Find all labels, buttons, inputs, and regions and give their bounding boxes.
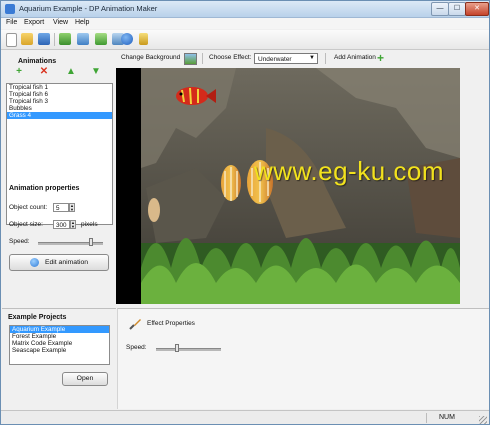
- maximize-button[interactable]: ☐: [448, 2, 466, 16]
- edit-animation-label: Edit animation: [44, 259, 89, 266]
- list-item[interactable]: Tropical fish 3: [7, 98, 112, 105]
- chevron-down-icon: ▼: [309, 55, 315, 61]
- status-bar: NUM: [1, 410, 489, 424]
- effect-properties-panel: Effect Properties Speed:: [117, 308, 489, 409]
- object-size-unit: pixels: [81, 221, 98, 228]
- move-down-icon[interactable]: ▼: [91, 67, 101, 77]
- list-item[interactable]: Matrix Code Example: [10, 340, 109, 347]
- change-background-label[interactable]: Change Background: [121, 54, 180, 61]
- toolbar: [1, 30, 489, 50]
- watermark-text: www.eg-ku.com: [254, 156, 444, 186]
- example-projects-title: Example Projects: [8, 314, 67, 321]
- num-lock-indicator: NUM: [439, 414, 455, 421]
- list-item[interactable]: Seascape Example: [10, 347, 109, 354]
- object-count-label: Object count:: [9, 204, 48, 211]
- effect-select[interactable]: Underwater ▼: [254, 53, 318, 64]
- app-icon: [5, 4, 15, 14]
- effect-select-value: Underwater: [258, 56, 292, 63]
- app-window: Aquarium Example - DP Animation Maker — …: [0, 0, 490, 425]
- add-animation-icon[interactable]: +: [14, 67, 24, 77]
- add-animation-label[interactable]: Add Animation: [334, 54, 376, 61]
- open-folder-icon[interactable]: [21, 33, 33, 45]
- list-item[interactable]: Aquarium Example: [10, 326, 109, 333]
- export-video-icon[interactable]: [77, 33, 89, 45]
- close-button[interactable]: ✕: [465, 2, 489, 16]
- toolbar-separator: [202, 53, 203, 64]
- list-item[interactable]: Grass 4: [7, 112, 112, 119]
- effect-speed-thumb[interactable]: [174, 344, 179, 352]
- object-size-label: Object size:: [9, 221, 43, 228]
- minimize-button[interactable]: —: [431, 2, 449, 16]
- key-icon[interactable]: [139, 33, 148, 45]
- status-separator: [426, 413, 427, 423]
- menu-view[interactable]: View: [53, 19, 68, 26]
- animation-speed-thumb[interactable]: [89, 238, 94, 246]
- info-icon[interactable]: [121, 33, 133, 45]
- effect-toolbar: Change Background Choose Effect: Underwa…: [114, 51, 489, 66]
- list-item[interactable]: Forest Example: [10, 333, 109, 340]
- change-background-icon[interactable]: [184, 53, 197, 65]
- tropical-fish-orange: [221, 165, 241, 201]
- resize-grip-icon[interactable]: [479, 416, 487, 424]
- tropical-fish-small: [148, 198, 160, 222]
- menu-bar: File Export View Help: [1, 18, 489, 29]
- toolbar-separator: [325, 53, 326, 64]
- object-count-stepper[interactable]: ▲ ▼: [69, 203, 75, 212]
- list-item[interactable]: Tropical fish 6: [7, 91, 112, 98]
- example-projects-panel: Example Projects Aquarium Example Forest…: [2, 308, 116, 409]
- example-projects-list[interactable]: Aquarium Example Forest Example Matrix C…: [9, 325, 110, 365]
- menu-export[interactable]: Export: [24, 19, 44, 26]
- object-size-input[interactable]: 300: [53, 220, 70, 229]
- move-up-icon[interactable]: ▲: [66, 67, 76, 77]
- animations-title: Animations: [18, 58, 57, 65]
- title-bar[interactable]: Aquarium Example - DP Animation Maker — …: [1, 1, 489, 18]
- save-icon[interactable]: [38, 33, 50, 45]
- window-title: Aquarium Example - DP Animation Maker: [19, 4, 158, 13]
- export-image-icon[interactable]: [59, 33, 71, 45]
- open-button[interactable]: Open: [62, 372, 108, 386]
- paintbrush-icon: [128, 317, 142, 331]
- toolbar-separator: [54, 33, 55, 46]
- new-document-icon[interactable]: [6, 33, 17, 47]
- object-count-input[interactable]: 5: [53, 203, 69, 212]
- delete-animation-icon[interactable]: ✕: [39, 67, 49, 77]
- animation-preview[interactable]: www.eg-ku.com: [116, 68, 460, 304]
- list-item[interactable]: Bubbles: [7, 105, 112, 112]
- menu-help[interactable]: Help: [75, 19, 89, 26]
- animation-properties-title: Animation properties: [9, 185, 80, 192]
- effect-properties-title: Effect Properties: [147, 320, 195, 327]
- edit-animation-icon: [29, 257, 39, 267]
- list-item[interactable]: Tropical fish 1: [7, 84, 112, 91]
- choose-effect-label: Choose Effect:: [209, 54, 252, 61]
- add-animation-plus-icon[interactable]: +: [377, 51, 384, 65]
- effect-speed-label: Speed:: [126, 344, 147, 351]
- edit-animation-button[interactable]: Edit animation: [9, 254, 109, 271]
- left-panel: Animations + ✕ ▲ ▼ Tropical fish 1 Tropi…: [2, 51, 113, 306]
- export-html-icon[interactable]: [95, 33, 107, 45]
- menu-file[interactable]: File: [6, 19, 17, 26]
- effect-speed-slider[interactable]: [156, 348, 221, 351]
- object-size-stepper[interactable]: ▲ ▼: [70, 220, 76, 229]
- speed-label: Speed:: [9, 238, 30, 245]
